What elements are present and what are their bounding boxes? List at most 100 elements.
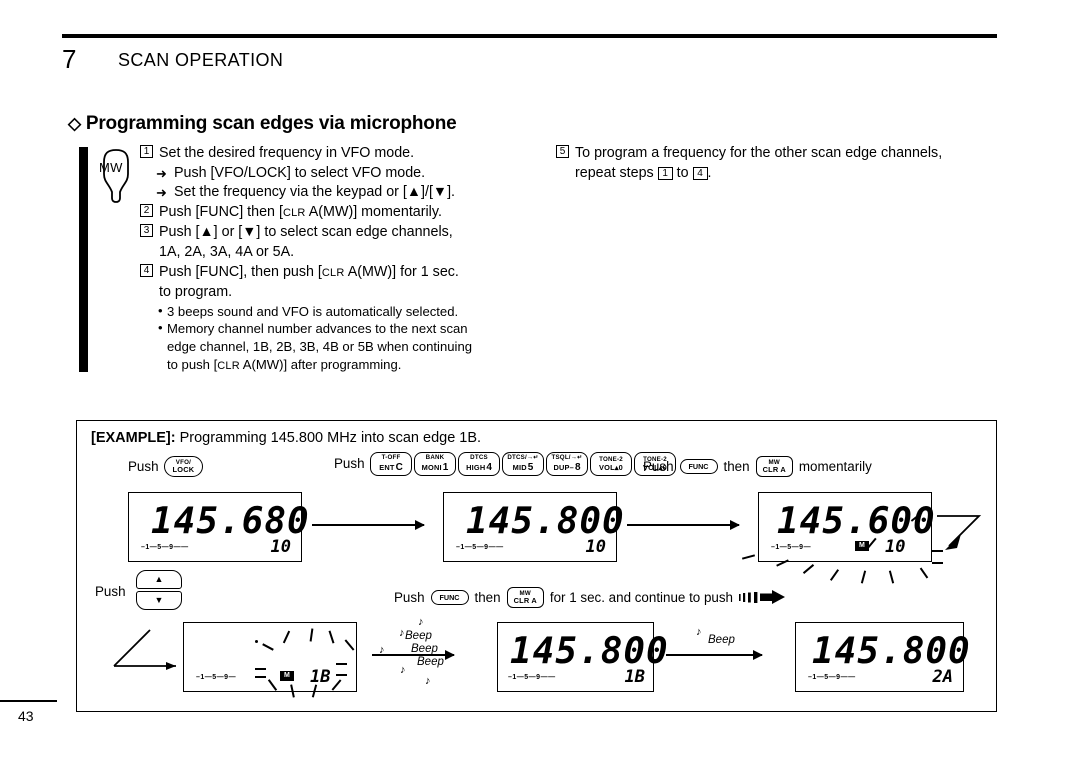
beep-label-2: Beep — [411, 643, 438, 655]
step-5-text: To program a frequency for the other sca… — [575, 145, 943, 161]
lcd-5-frequency: 145.800 — [510, 631, 669, 672]
lcd-1-channel: 10 — [270, 537, 291, 557]
then-word-5: then — [474, 589, 501, 605]
keypad-key-mid-5-row: MID 5 — [513, 462, 534, 473]
beep-label-1: Beep — [405, 630, 432, 642]
lcd-4-memory-indicator: M — [280, 671, 294, 681]
keypad-key-high-4[interactable]: DTCS HIGH 4 — [458, 452, 500, 476]
step-5-cont-b: . — [707, 164, 712, 181]
lcd-5-smeter: –1—5—9—— — [508, 674, 556, 681]
beep-labels-triple: Beep Beep Beep — [405, 630, 444, 669]
up-down-rocker[interactable]: ▲ ▼ — [136, 570, 182, 610]
note-2-smallcaps: CLR — [217, 359, 240, 372]
step-4: 4 Push [FUNC], then push [CLR A(MW)] for … — [140, 263, 530, 284]
step-2-text-a: Push [FUNC] then [ — [159, 203, 283, 220]
step-5-cont: repeat steps 1 to 4. — [556, 164, 1006, 184]
page-number: 43 — [18, 708, 34, 724]
flow-arrow-1 — [312, 520, 425, 530]
header-rule — [62, 34, 997, 38]
keypad-key-vol-0-a-line1: TONE-2 — [599, 455, 623, 463]
mw-clr-a-key-2-line2: CLR A — [513, 595, 537, 605]
then-word-3: then — [723, 458, 750, 474]
func-key-2[interactable]: FUNC — [430, 589, 469, 605]
step-ref-1: 1 — [657, 166, 673, 180]
func-key-1[interactable]: FUNC — [679, 458, 718, 474]
lcd-2-smeter: –1—5—9—— — [456, 544, 504, 551]
lcd-display-6: 145.800 2A –1—5—9—— — [795, 622, 970, 692]
lcd-display-1: 145.680 10 –1—5—9—— — [128, 492, 309, 562]
keypad-key-high-4-row: HIGH 4 — [466, 461, 492, 473]
keypad-key-dup-8[interactable]: TSQL/→↵ DUP– 8 — [546, 452, 588, 476]
keypad-key-vol-0-a-line2: VOL▴0 — [598, 462, 623, 472]
lcd-display-2: 145.800 10 –1—5—9—— — [443, 492, 624, 562]
instructions-right: 5 To program a frequency for the other sc… — [556, 144, 1006, 183]
lcd-1-smeter: –1—5—9—— — [141, 544, 189, 551]
keypad-key-mid-5[interactable]: DTCS/→↵ MID 5 — [502, 452, 544, 476]
keypad-row: T-OFF ENT C BANK MONI 1 DTCS HIGH 4 DTCS/→↵… — [370, 452, 676, 476]
keypad-key-moni-1-row: MONI 1 — [421, 461, 449, 473]
mw-clr-a-key-2[interactable]: MW CLR A — [506, 587, 544, 608]
mw-clr-a-key-1[interactable]: MW CLR A — [755, 456, 793, 477]
keypad-key-mid-5-line1: DTCS/→↵ — [507, 454, 539, 462]
note-2-cont-2-a: to push [ — [167, 356, 218, 372]
keypad-key-moni-1-big: 1 — [442, 461, 449, 473]
music-note-icon-3: ♪ — [379, 644, 385, 656]
step-1-sub-2-text: Set the frequency via the keypad or [▲]/… — [174, 184, 456, 201]
keypad-key-dup-8-big: 8 — [574, 461, 581, 473]
section-heading: ◇ Programming scan edges via microphone — [68, 113, 457, 135]
microphone-icon — [103, 149, 129, 203]
step-ref-4: 4 — [692, 166, 708, 180]
lcd-1-frequency: 145.680 — [151, 501, 310, 542]
step-3-number: 3 — [140, 224, 153, 238]
lcd-5-channel: 1B — [624, 667, 645, 687]
keypad-key-moni-1-line2: MONI — [421, 462, 442, 472]
step-1-sub-2: ➜ Set the frequency via the keypad or [▲]… — [140, 183, 530, 203]
music-note-icon-2: ♪ — [399, 627, 405, 639]
step-3-cont: 1A, 2A, 3A, 4A or 5A. — [159, 243, 295, 260]
push-word-3: Push — [643, 458, 674, 474]
step-3-text: Push [▲] or [▼] to select scan edge chan… — [159, 224, 453, 241]
step-4-smallcaps: CLR — [321, 266, 345, 279]
step-4-cont: to program. — [159, 284, 233, 301]
push-word-2: Push — [334, 456, 365, 471]
diagonal-arrow-icon — [113, 629, 176, 670]
rocker-up-button[interactable]: ▲ — [136, 570, 182, 589]
instructions-left: 1 Set the desired frequency in VFO mode. … — [140, 144, 530, 375]
keypad-key-ent-c[interactable]: T-OFF ENT C — [370, 452, 412, 476]
rocker-down-button[interactable]: ▼ — [136, 591, 182, 610]
lcd-4-channel: 1B — [310, 667, 331, 687]
push-label-4: Push — [95, 584, 126, 599]
keypad-key-dup-8-line2: DUP– — [553, 462, 574, 472]
keypad-key-ent-c-line2: ENT — [379, 462, 395, 472]
keypad-key-high-4-big: 4 — [486, 461, 492, 473]
for-1-sec-text: for 1 sec. and continue to push — [549, 589, 734, 605]
beep-label-single: Beep — [708, 634, 735, 646]
lcd-display-5: 145.800 1B –1—5—9—— — [497, 622, 668, 692]
chapter-title: SCAN OPERATION — [118, 50, 284, 70]
chapter-number: 7 — [62, 44, 77, 74]
keypad-key-ent-c-row: ENT C — [379, 461, 403, 473]
section-heading-text: Programming scan edges via microphone — [85, 113, 457, 134]
step-2: 2 Push [FUNC] then [CLR A(MW)] momentaril… — [140, 203, 530, 224]
step-5-cont-mid: to — [672, 164, 693, 181]
keypad-key-ent-c-big: C — [395, 461, 403, 473]
keypad-key-high-4-line1: DTCS — [470, 454, 488, 462]
step-4-number: 4 — [140, 263, 153, 277]
music-note-icon-6: ♪ — [696, 626, 702, 638]
note-1: • 3 beeps sound and VFO is automatically … — [140, 303, 530, 321]
keypad-key-dup-8-line1: TSQL/→↵ — [551, 454, 583, 462]
push-word-5: Push — [394, 589, 425, 605]
push-label-1: Push VFO/ LOCK — [128, 456, 204, 477]
keypad-key-dup-8-row: DUP– 8 — [553, 461, 581, 473]
vfo-lock-key[interactable]: VFO/ LOCK — [163, 456, 204, 477]
keypad-key-ent-c-line1: T-OFF — [381, 454, 401, 462]
step-2-smallcaps: CLR — [282, 206, 306, 219]
keypad-key-moni-1[interactable]: BANK MONI 1 — [414, 452, 456, 476]
music-note-icon-1: ♪ — [418, 616, 424, 628]
arrow-bullet-icon: ➜ — [156, 165, 167, 181]
keypad-key-vol-0-a[interactable]: TONE-2 VOL▴0 — [590, 452, 632, 476]
lcd-4-smeter: –1—5—9— — [196, 674, 237, 681]
example-text: Programming 145.800 MHz into scan edge 1… — [175, 430, 482, 446]
note-2-cont-1: edge channel, 1B, 2B, 3B, 4B or 5B when … — [167, 338, 473, 354]
step-2-number: 2 — [140, 203, 153, 217]
